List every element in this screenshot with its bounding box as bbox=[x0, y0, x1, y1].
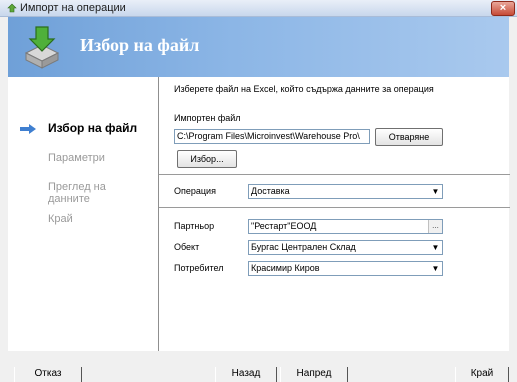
import-file-path-value: C:\Program Files\Microinvest\Warehouse P… bbox=[177, 131, 360, 141]
separator bbox=[159, 174, 510, 175]
separator bbox=[159, 207, 510, 208]
window-title: Импорт на операции bbox=[20, 2, 126, 14]
partner-field[interactable]: "Рестарт"ЕООД ... bbox=[248, 219, 443, 234]
finish-button[interactable]: Край bbox=[455, 367, 509, 382]
chevron-down-icon: ▼ bbox=[429, 262, 442, 275]
user-select[interactable]: Красимир Киров ▼ bbox=[248, 261, 443, 276]
chevron-down-icon: ▼ bbox=[429, 241, 442, 254]
object-label: Обект bbox=[174, 242, 200, 252]
step-file-selection: Избор на файл bbox=[48, 121, 138, 135]
current-step-arrow-icon bbox=[20, 124, 36, 134]
import-file-label: Импортен файл bbox=[174, 113, 241, 123]
operation-label: Операция bbox=[174, 186, 216, 196]
user-label: Потребител bbox=[174, 263, 224, 273]
download-box-icon bbox=[24, 26, 60, 69]
operation-value: Доставка bbox=[251, 186, 290, 196]
object-value: Бургас Централен Склад bbox=[251, 242, 356, 252]
object-select[interactable]: Бургас Централен Склад ▼ bbox=[248, 240, 443, 255]
close-button[interactable]: × bbox=[491, 1, 515, 16]
partner-lookup-button[interactable]: ... bbox=[428, 220, 442, 233]
back-button[interactable]: Назад bbox=[215, 367, 277, 382]
import-wizard-window: Импорт на операции × Избор на файл Избор… bbox=[0, 0, 517, 382]
next-button[interactable]: Напред bbox=[280, 367, 348, 382]
open-button[interactable]: Отваряне bbox=[375, 128, 443, 146]
import-file-path-input[interactable]: C:\Program Files\Microinvest\Warehouse P… bbox=[174, 129, 370, 144]
chevron-down-icon: ▼ bbox=[429, 185, 442, 198]
step-data-preview: Преглед на данните bbox=[48, 181, 106, 205]
title-bar: Импорт на операции × bbox=[0, 0, 517, 17]
app-icon bbox=[7, 3, 17, 13]
step-parameters: Параметри bbox=[48, 152, 105, 164]
partner-value: "Рестарт"ЕООД bbox=[251, 221, 317, 231]
footer-bar: Отказ Назад Напред Край bbox=[8, 351, 509, 382]
operation-select[interactable]: Доставка ▼ bbox=[248, 184, 443, 199]
wizard-steps: Избор на файл Параметри Преглед на данни… bbox=[8, 77, 158, 351]
banner-title: Избор на файл bbox=[80, 35, 200, 55]
browse-button[interactable]: Избор... bbox=[177, 150, 237, 168]
user-value: Красимир Киров bbox=[251, 263, 320, 273]
content-panel: Изберете файл на Excel, който съдържа да… bbox=[158, 77, 510, 351]
instruction-text: Изберете файл на Excel, който съдържа да… bbox=[174, 84, 434, 94]
header-banner: Избор на файл bbox=[8, 17, 509, 77]
step-finish: Край bbox=[48, 213, 73, 225]
cancel-button[interactable]: Отказ bbox=[14, 367, 82, 382]
partner-label: Партньор bbox=[174, 221, 215, 231]
